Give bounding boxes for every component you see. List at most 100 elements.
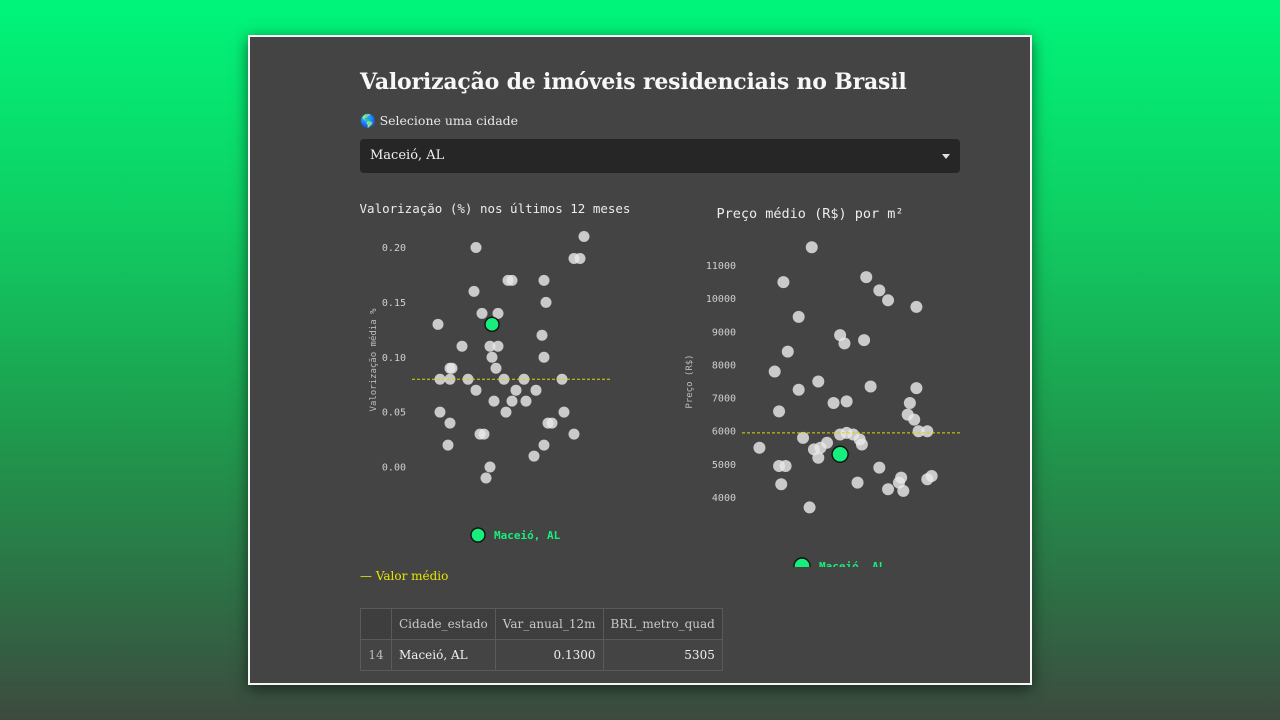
data-point (858, 334, 871, 347)
data-point (486, 351, 498, 363)
table-header-row: Cidade_estado Var_anual_12m BRL_metro_qu… (360, 608, 723, 640)
data-point (803, 501, 816, 514)
data-point (777, 276, 790, 289)
data-point (442, 439, 454, 451)
data-point (500, 406, 512, 418)
data-point (781, 345, 794, 358)
mean-legend: — Valor médio (360, 569, 449, 583)
table-cell-var: 0.1300 (494, 639, 604, 671)
city-select[interactable]: Maceió, AL (360, 139, 960, 173)
table-header-brl: BRL_metro_quad (602, 608, 723, 640)
city-select-value: Maceió, AL (370, 148, 445, 163)
data-point (768, 365, 781, 378)
y-tick-label: 0.10 (382, 353, 406, 364)
data-point (792, 310, 805, 323)
legend-marker (470, 527, 486, 543)
data-point (490, 362, 502, 374)
data-point (812, 375, 825, 388)
table-cell-city: Maceió, AL (391, 639, 496, 671)
data-point (568, 428, 580, 440)
data-point (446, 362, 458, 374)
data-point (908, 413, 921, 426)
data-point (873, 284, 886, 297)
data-point (860, 271, 873, 284)
data-point (578, 230, 590, 242)
table-header-index (360, 608, 392, 640)
data-point (838, 337, 851, 350)
data-point (812, 451, 825, 464)
data-point (476, 307, 488, 319)
y-tick-label: 4000 (712, 493, 736, 504)
data-table: Cidade_estado Var_anual_12m BRL_metro_qu… (360, 608, 723, 671)
data-point (540, 296, 552, 308)
data-point (492, 340, 504, 352)
data-point (538, 439, 550, 451)
table-cell-brl: 5305 (602, 639, 723, 671)
y-tick-label: 8000 (712, 360, 736, 371)
data-point (882, 294, 895, 307)
data-point (753, 441, 766, 454)
data-point (510, 384, 522, 396)
legend-label: Maceió, AL (819, 560, 886, 567)
legend-marker (793, 557, 811, 567)
data-point (897, 484, 910, 497)
chart-title: Valorização (%) nos últimos 12 meses (360, 201, 630, 216)
data-point (480, 472, 492, 484)
data-point (864, 380, 877, 393)
y-tick-label: 0.00 (382, 463, 406, 474)
data-point (773, 405, 786, 418)
data-point (558, 406, 570, 418)
y-tick-label: 9000 (712, 327, 736, 338)
data-point (530, 384, 542, 396)
data-point (873, 461, 886, 474)
select-label-text: Selecione uma cidade (379, 113, 519, 128)
data-point (797, 431, 810, 444)
y-tick-label: 0.15 (382, 298, 406, 309)
data-point (434, 406, 446, 418)
table-row: 14 Maceió, AL 0.1300 5305 (360, 639, 723, 671)
data-point (456, 340, 468, 352)
data-point (470, 241, 482, 253)
select-label: 🌎 Selecione uma cidade (360, 113, 518, 129)
data-point (921, 425, 934, 438)
data-point (538, 274, 550, 286)
highlight-point (484, 316, 500, 333)
data-point (840, 395, 853, 408)
data-point (882, 483, 895, 496)
chevron-down-icon[interactable] (942, 154, 950, 159)
y-tick-label: 6000 (712, 427, 736, 438)
data-point (506, 395, 518, 407)
y-tick-label: 10000 (706, 294, 736, 305)
chart-preco: Preço médio (R$) por m² Preço (R$) 4000 500… (685, 206, 960, 567)
y-tick-label: 11000 (706, 261, 736, 272)
y-tick-label: 0.20 (382, 243, 406, 254)
data-point (805, 241, 818, 254)
main-content: Valorização de imóveis residenciais no B… (360, 37, 960, 683)
data-point (506, 274, 518, 286)
data-point (468, 285, 480, 297)
y-tick-label: 7000 (712, 394, 736, 405)
page-title: Valorização de imóveis residenciais no B… (360, 69, 907, 95)
globe-icon: 🌎 (360, 113, 376, 128)
data-point (484, 461, 496, 473)
app-frame: Valorização de imóveis residenciais no B… (248, 35, 1032, 685)
data-point (779, 460, 792, 473)
table-cell-index: 14 (360, 639, 392, 671)
data-point (827, 397, 840, 410)
data-point (568, 252, 580, 264)
data-point (488, 395, 500, 407)
y-tick-label: 0.05 (382, 408, 406, 419)
data-point (910, 300, 923, 313)
table-header-city: Cidade_estado (391, 608, 496, 640)
data-point (851, 476, 864, 489)
data-point (538, 351, 550, 363)
table-header-var: Var_anual_12m (494, 608, 604, 640)
y-axis-label: Preço (R$) (685, 354, 695, 408)
data-point (855, 438, 868, 451)
data-point (528, 450, 540, 462)
data-point (470, 384, 482, 396)
data-point (921, 473, 934, 486)
legend-label: Maceió, AL (494, 529, 561, 542)
data-point (775, 478, 788, 491)
data-point (792, 383, 805, 396)
